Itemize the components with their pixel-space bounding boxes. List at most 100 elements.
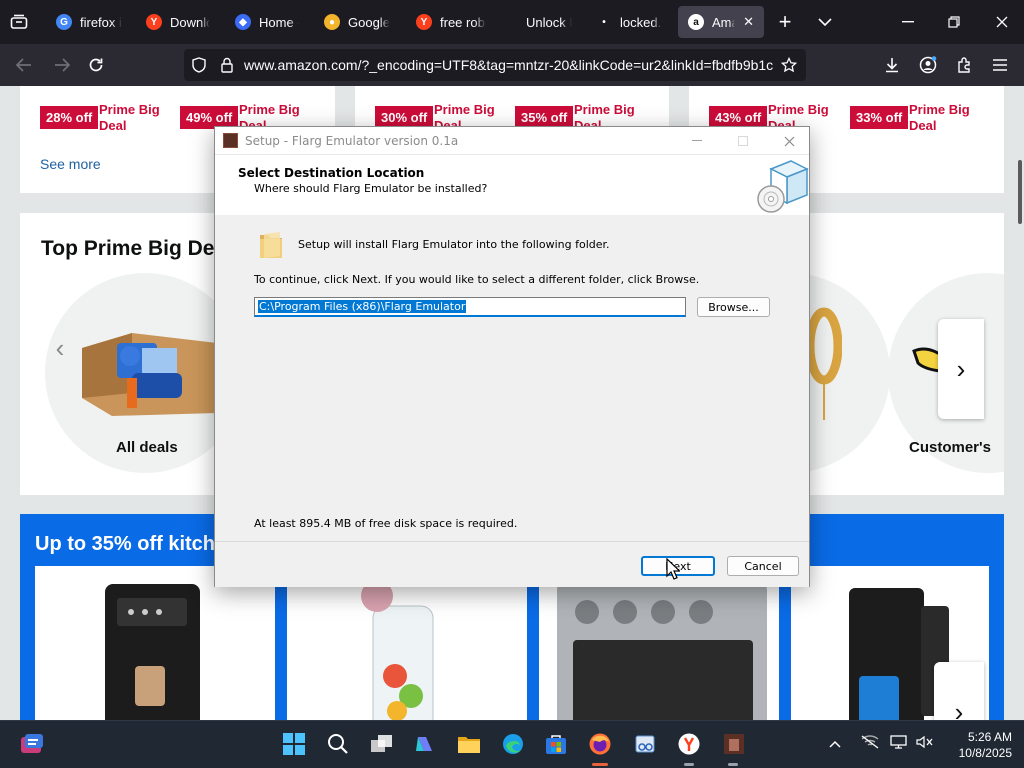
header-subtitle: Where should Flarg Emulator be installed… [254, 182, 488, 195]
minimize-icon[interactable] [896, 12, 920, 32]
chrome-icon: ● [324, 14, 340, 30]
deal-label[interactable]: Prime Big Deal [99, 102, 179, 134]
tab-label: firefox is [80, 14, 122, 30]
discount-badge[interactable]: 33% off [850, 106, 909, 129]
dialog-minimize-icon[interactable] [683, 131, 711, 151]
carousel-next-icon[interactable]: › [934, 662, 984, 720]
browser-tab[interactable]: a Amaz ✕ [678, 6, 764, 38]
display-icon[interactable] [890, 735, 908, 752]
tab-label: Home - I [259, 14, 299, 30]
forward-icon[interactable] [52, 55, 72, 75]
menu-icon[interactable] [990, 55, 1010, 75]
tab-list-icon[interactable] [8, 12, 30, 32]
browser-tab[interactable]: ● Google C [314, 6, 400, 38]
reload-icon[interactable] [86, 55, 106, 75]
destination-path-value[interactable]: C:\Program Files (x86)\Flarg Emulator [258, 300, 467, 313]
install-disc-icon [753, 159, 809, 213]
download-icon[interactable] [882, 55, 902, 75]
dialog-body: Setup will install Flarg Emulator into t… [215, 215, 809, 541]
yandex-icon: Y [416, 14, 432, 30]
tab-label: Amaz [712, 14, 735, 30]
dialog-footer: Next Cancel [215, 541, 809, 587]
header-title: Select Destination Location [238, 166, 425, 180]
tab-label: Unlock Robu [526, 14, 572, 30]
yandex-active-indicator [684, 763, 694, 766]
back-icon[interactable] [14, 55, 34, 75]
firefox-active-indicator [592, 763, 608, 766]
browser-nav-bar: www.amazon.com/?_encoding=UTF8&tag=mntzr… [0, 44, 1024, 86]
firefox-icon[interactable] [587, 731, 613, 757]
start-windows-icon[interactable] [281, 731, 307, 757]
setup-active-indicator [728, 763, 738, 766]
copilot-icon[interactable] [412, 731, 438, 757]
cancel-button[interactable]: Cancel [727, 556, 799, 576]
dialog-title: Setup - Flarg Emulator version 0.1a [245, 134, 459, 148]
setup-app-icon [223, 133, 238, 148]
chevron-down-icon[interactable] [814, 12, 836, 32]
account-icon[interactable] [918, 55, 938, 75]
browser-tab[interactable]: Gfirefox is [46, 6, 132, 38]
tab-label: Google C [348, 14, 390, 30]
product-tile-espresso[interactable] [35, 566, 275, 720]
tab-close-icon[interactable]: ✕ [743, 14, 754, 30]
yandex-browser-icon[interactable] [676, 731, 702, 757]
browser-tab[interactable]: • locked.g [586, 6, 672, 38]
task-view-icon[interactable] [369, 731, 395, 757]
browser-tab-bar: Gfirefox is Y Downloa ◆ Home - I ● Google C Yfr… [0, 0, 1024, 44]
amazon-icon: a [688, 14, 704, 30]
browse-button[interactable]: Browse... [697, 297, 770, 317]
extensions-icon[interactable] [954, 55, 974, 75]
edge-icon[interactable] [500, 731, 526, 757]
restore-icon[interactable] [942, 12, 966, 32]
clock-date[interactable]: 10/8/2025 [944, 746, 1012, 760]
browser-tab[interactable]: Y Downloa [136, 6, 220, 38]
bookmark-star-icon[interactable] [780, 56, 798, 74]
network-offline-icon[interactable] [860, 735, 880, 752]
url-text[interactable]: www.amazon.com/?_encoding=UTF8&tag=mntzr… [244, 57, 774, 73]
category-label-all-deals[interactable]: All deals [116, 439, 178, 456]
deal-box-image[interactable] [72, 318, 222, 418]
category-label-customers[interactable]: Customer's [909, 439, 991, 456]
browser-tab[interactable]: ◆ Home - I [225, 6, 309, 38]
shield-icon[interactable] [190, 56, 208, 74]
show-hidden-icons-icon[interactable] [829, 737, 841, 751]
file-explorer-icon[interactable] [456, 731, 482, 757]
clock-time[interactable]: 5:26 AM [962, 730, 1012, 744]
widgets-icon[interactable] [20, 731, 44, 757]
browser-tab[interactable]: Yfree robu [406, 6, 496, 38]
see-more-link[interactable]: See more [40, 156, 101, 172]
lock-icon[interactable] [218, 56, 236, 74]
dialog-close-icon[interactable] [775, 131, 803, 151]
mouse-cursor-icon [666, 557, 681, 580]
product-tile-air-fryer-oven[interactable] [539, 566, 779, 720]
search-icon[interactable] [325, 731, 351, 757]
install-folder-text: Setup will install Flarg Emulator into t… [298, 238, 610, 251]
new-tab-icon[interactable]: + [774, 9, 796, 34]
tab-label: locked.g [620, 14, 662, 30]
browser-tab[interactable]: Unlock Robu [492, 6, 582, 38]
deal-label[interactable]: Prime Big Deal [909, 102, 989, 134]
carousel-next-icon[interactable]: › [938, 319, 984, 419]
folder-icon [258, 230, 284, 260]
microsoft-store-icon[interactable] [543, 731, 569, 757]
dialog-maximize-icon [729, 131, 757, 151]
windows-taskbar: 5:26 AM 10/8/2025 [0, 720, 1024, 768]
url-bar[interactable]: www.amazon.com/?_encoding=UTF8&tag=mntzr… [184, 49, 806, 81]
setup-app-icon[interactable] [721, 731, 747, 757]
dialog-titlebar[interactable]: Setup - Flarg Emulator version 0.1a [215, 127, 809, 155]
discount-badge[interactable]: 28% off [40, 106, 99, 129]
dot-icon: • [596, 14, 612, 30]
kitchen-promo-title[interactable]: Up to 35% off kitch [35, 533, 215, 556]
carousel-prev-icon[interactable]: ‹ [40, 303, 80, 393]
top-deals-title: Top Prime Big De [41, 237, 215, 260]
product-tile-blender[interactable] [287, 566, 527, 720]
balloon-image[interactable] [805, 306, 843, 426]
setup-dialog: Setup - Flarg Emulator version 0.1a Sele… [214, 126, 810, 587]
blank-icon [502, 14, 518, 30]
scrollbar-thumb[interactable] [1018, 160, 1022, 224]
destination-path-input[interactable]: C:\Program Files (x86)\Flarg Emulator [254, 297, 686, 317]
yandex-icon: Y [146, 14, 162, 30]
sniping-tool-icon[interactable] [632, 731, 658, 757]
volume-muted-icon[interactable] [916, 735, 934, 752]
close-icon[interactable] [990, 12, 1014, 32]
